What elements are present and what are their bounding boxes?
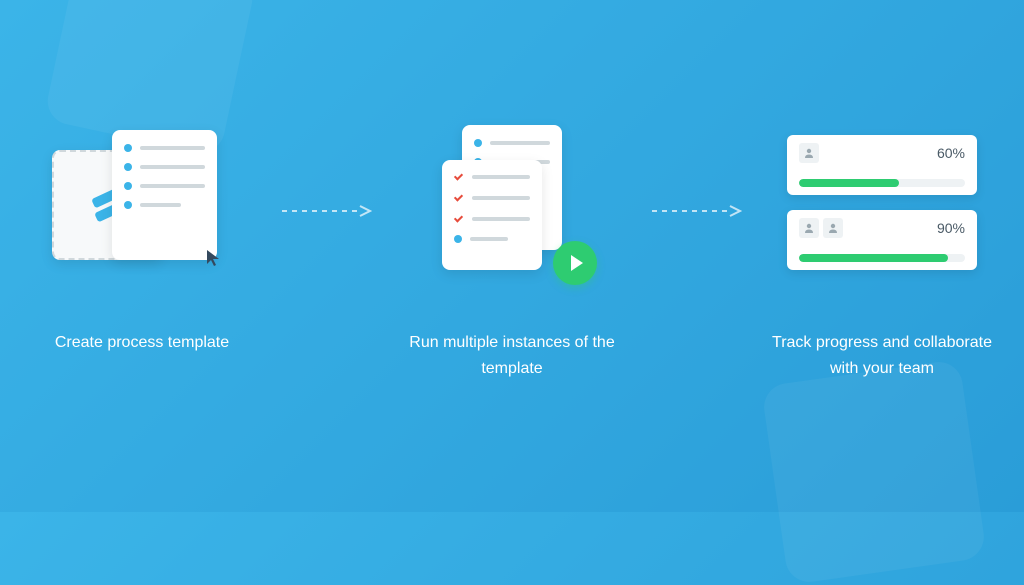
background-shape (761, 359, 987, 585)
cursor-icon (205, 248, 225, 268)
illustration-run (412, 135, 612, 285)
check-icon (454, 214, 464, 224)
step-run-instances: Run multiple instances of the template (392, 135, 632, 381)
step-caption: Create process template (55, 330, 229, 356)
progress-fill (799, 254, 948, 262)
bullet-icon (124, 182, 132, 190)
progress-card: 60% (787, 135, 977, 195)
progress-card: 90% (787, 210, 977, 270)
bullet-icon (124, 163, 132, 171)
step-create-template: Create process template (22, 135, 262, 356)
avatar-icon (799, 218, 819, 238)
bullet-icon (124, 144, 132, 152)
step-caption: Run multiple instances of the template (392, 330, 632, 381)
progress-fill (799, 179, 899, 187)
bullet-icon (124, 201, 132, 209)
check-icon (454, 193, 464, 203)
step-track-progress: 60% 90% Track progress and collaborate w… (762, 135, 1002, 381)
arrow-icon (282, 205, 372, 217)
illustration-create (42, 135, 242, 285)
document-front-card (442, 160, 542, 270)
avatars-group (799, 218, 843, 238)
step-caption: Track progress and collaborate with your… (762, 330, 1002, 381)
avatars-group (799, 143, 819, 163)
document-card (112, 130, 217, 260)
play-button-icon (553, 241, 597, 285)
progress-bar (799, 179, 965, 187)
progress-bar (799, 254, 965, 262)
avatar-icon (823, 218, 843, 238)
arrow-icon (652, 205, 742, 217)
bullet-icon (454, 235, 462, 243)
check-icon (454, 172, 464, 182)
illustration-track: 60% 90% (782, 135, 982, 285)
bullet-icon (474, 139, 482, 147)
steps-container: Create process template Run multiple ins… (0, 0, 1024, 381)
progress-percent: 90% (937, 220, 965, 236)
progress-percent: 60% (937, 145, 965, 161)
avatar-icon (799, 143, 819, 163)
